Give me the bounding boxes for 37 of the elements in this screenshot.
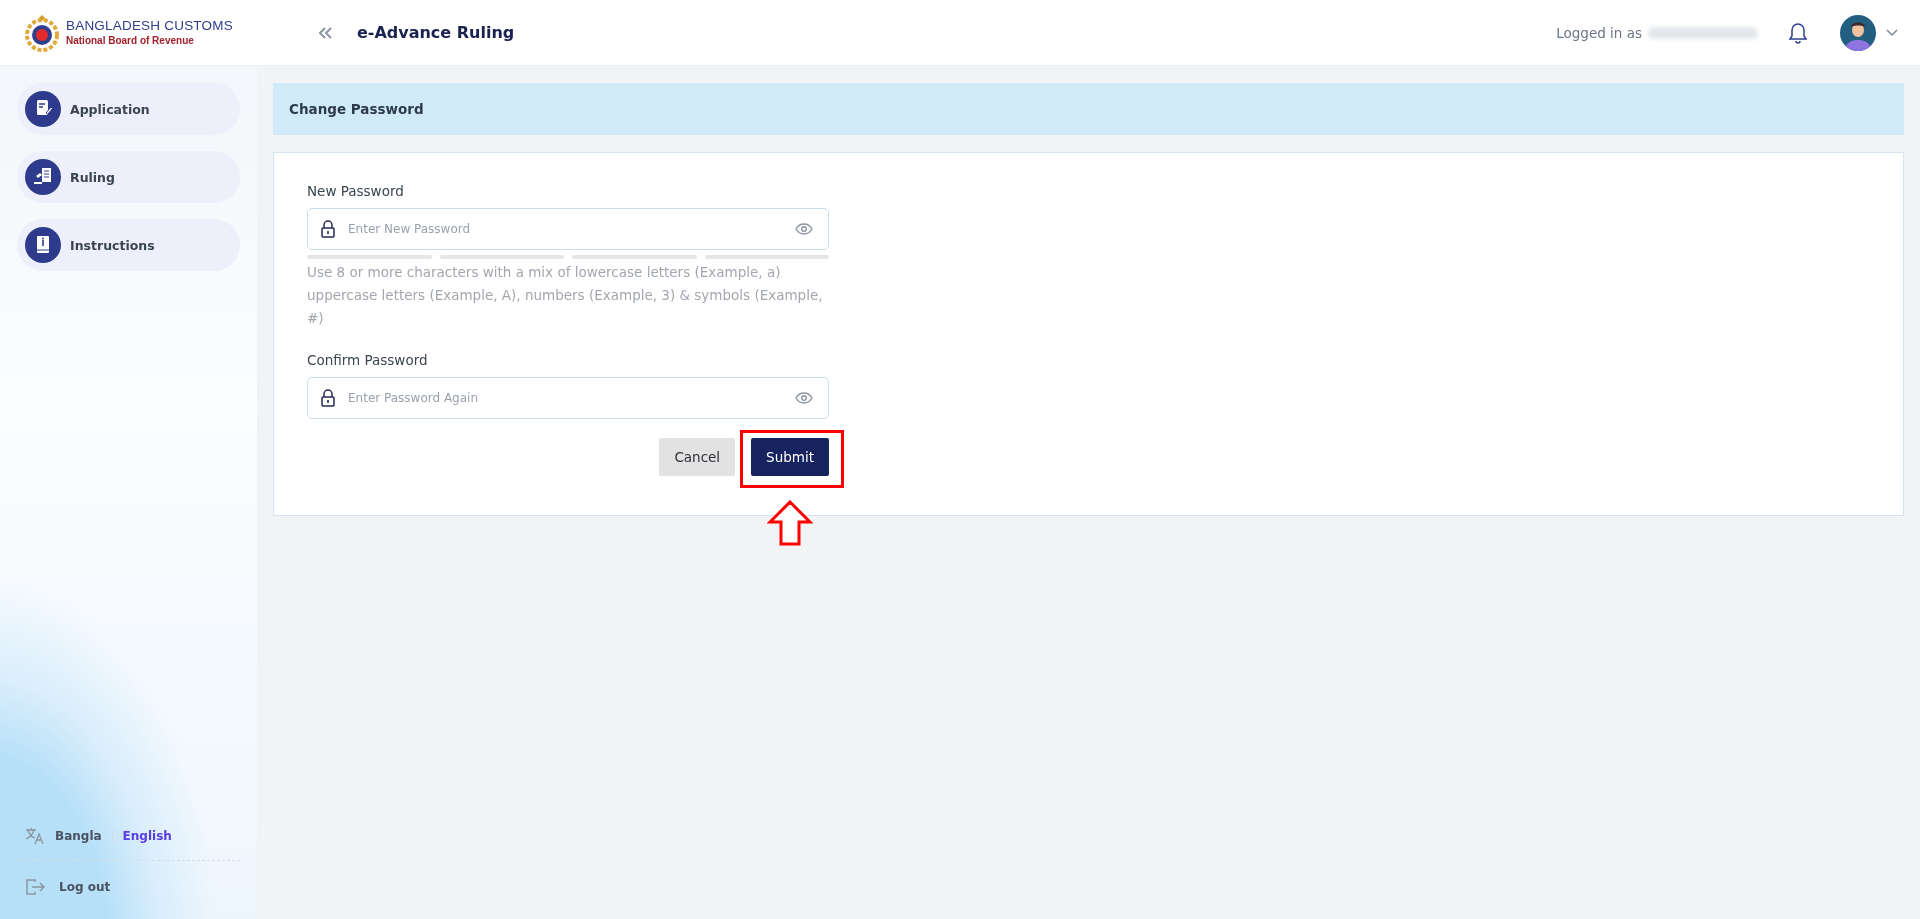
field-label: New Password: [307, 183, 405, 199]
logo-subtitle: National Board of Revenue: [66, 34, 195, 47]
logged-in-label: Logged in as: [1556, 24, 1642, 41]
password-field[interactable]: Enter New Password: [307, 208, 829, 250]
show-password-button[interactable]: [795, 392, 813, 404]
chevron-down-icon: [1886, 28, 1898, 37]
nav-item[interactable]: Instructions: [17, 219, 240, 271]
document-icon: [25, 91, 61, 127]
logout-button[interactable]: Log out: [17, 865, 119, 909]
cancel-button[interactable]: Cancel: [659, 438, 736, 476]
translate-icon: [25, 827, 45, 845]
lock-icon: [321, 220, 335, 238]
book-icon: [25, 227, 61, 263]
app-title: e-Advance Ruling: [356, 23, 515, 42]
logout-icon: [25, 878, 45, 896]
field-label: Confirm Password: [307, 352, 429, 368]
password-hint: Use 8 or more characters with a mix of lowercase letters (Example, a) uppercase letters (Example, A), numbers (Example, 3) & symbols (Example, #): [307, 263, 824, 328]
avatar-icon: [1840, 14, 1876, 51]
collapse-sidebar-button[interactable]: [318, 26, 333, 39]
language-link[interactable]: Bangla: [55, 829, 102, 843]
eye-icon: [795, 392, 813, 404]
show-password-button[interactable]: [795, 223, 813, 235]
logo-title: BANGLADESH CUSTOMS: [66, 18, 233, 35]
user-menu-button[interactable]: [1840, 14, 1898, 51]
double-chevron-left-icon: [318, 26, 333, 39]
notifications-button[interactable]: [1788, 21, 1808, 44]
nav-item[interactable]: Application: [17, 83, 240, 135]
nav-item[interactable]: Ruling: [17, 151, 240, 203]
language-link[interactable]: English: [122, 829, 172, 843]
bell-icon: [1788, 21, 1808, 44]
eye-icon: [795, 223, 813, 235]
emblem-icon: [24, 13, 60, 52]
page-title-bar: Change Password: [273, 83, 1904, 135]
lock-icon: [321, 389, 335, 407]
submit-button[interactable]: Submit: [751, 438, 829, 476]
password-field[interactable]: Enter Password Again: [307, 377, 829, 419]
gavel-icon: [25, 159, 61, 195]
